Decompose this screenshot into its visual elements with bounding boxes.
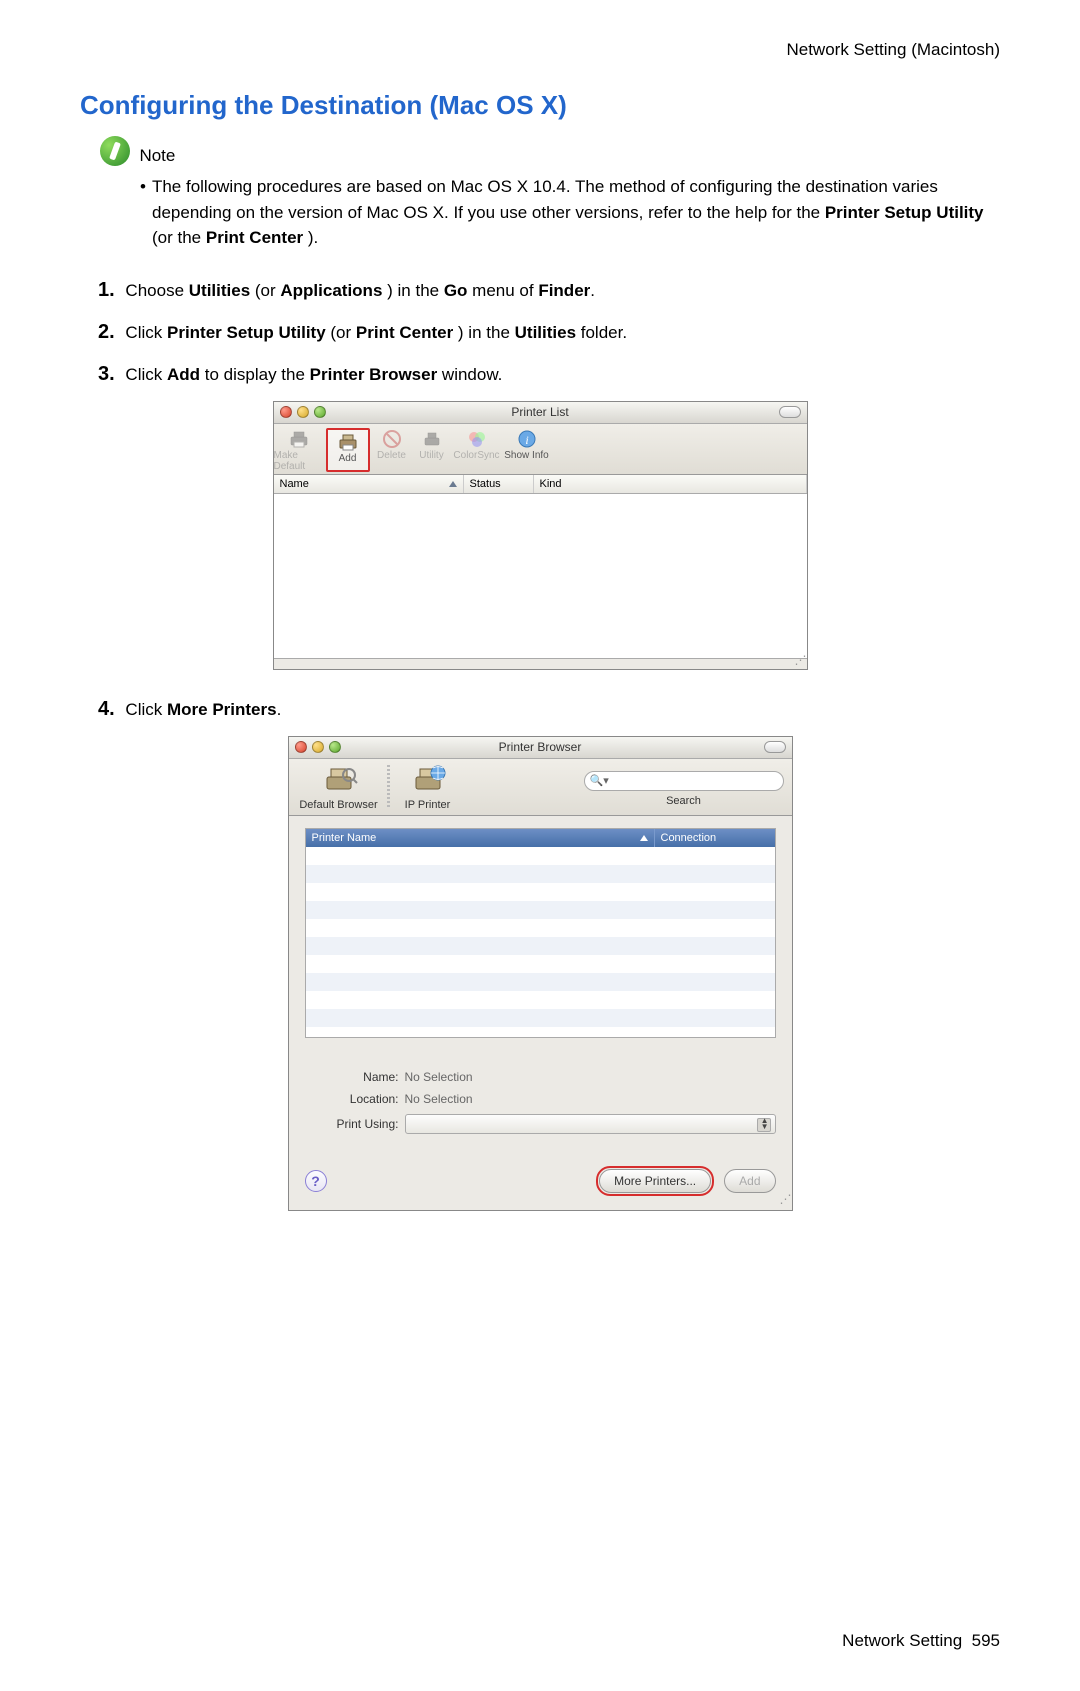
column-status[interactable]: Status bbox=[464, 475, 534, 493]
window-title: Printer List bbox=[274, 405, 807, 419]
printer-icon bbox=[285, 428, 313, 450]
name-label: Name: bbox=[305, 1070, 405, 1084]
toolbar-label: Default Browser bbox=[299, 799, 377, 811]
toolbar-toggle-icon[interactable] bbox=[779, 406, 801, 418]
column-kind[interactable]: Kind bbox=[534, 475, 807, 493]
ip-printer-button[interactable]: IP Printer bbox=[396, 763, 460, 811]
toolbar-label: Utility bbox=[419, 450, 443, 461]
location-row: Location: No Selection bbox=[305, 1092, 776, 1106]
location-label: Location: bbox=[305, 1092, 405, 1106]
select-stepper-icon: ▲▼ bbox=[761, 1118, 769, 1130]
print-using-row: Print Using: ▲▼ bbox=[305, 1114, 776, 1134]
toolbar-make-default-button[interactable]: Make Default bbox=[274, 428, 324, 472]
utility-icon bbox=[418, 428, 446, 450]
name-row: Name: No Selection bbox=[305, 1070, 776, 1084]
delete-icon bbox=[378, 428, 406, 450]
highlight-more-printers: More Printers... bbox=[596, 1166, 714, 1196]
minimize-icon[interactable] bbox=[297, 406, 309, 418]
resize-grip-icon[interactable]: ⋰ bbox=[780, 1192, 790, 1206]
default-browser-button[interactable]: Default Browser bbox=[297, 763, 381, 811]
help-button[interactable]: ? bbox=[305, 1170, 327, 1192]
minimize-icon[interactable] bbox=[312, 741, 324, 753]
step-2: 2. Click Printer Setup Utility (or Print… bbox=[98, 313, 1000, 351]
column-header-row: Name Status Kind bbox=[274, 475, 807, 494]
toolbar-utility-button[interactable]: Utility bbox=[412, 428, 452, 472]
close-icon[interactable] bbox=[295, 741, 307, 753]
search-icon: 🔍▾ bbox=[590, 774, 609, 787]
zoom-icon[interactable] bbox=[314, 406, 326, 418]
note-icon bbox=[100, 136, 130, 166]
sort-ascending-icon bbox=[640, 835, 648, 841]
printer-list-body bbox=[274, 494, 807, 659]
toolbar-colorsync-button[interactable]: ColorSync bbox=[452, 428, 502, 472]
step-4: 4. Click More Printers. bbox=[98, 690, 1000, 728]
toolbar-delete-button[interactable]: Delete bbox=[372, 428, 412, 472]
search-input[interactable]: 🔍▾ bbox=[584, 771, 784, 791]
name-value: No Selection bbox=[405, 1070, 473, 1084]
svg-text:i: i bbox=[525, 433, 528, 447]
toolbar-label: Show Info bbox=[504, 450, 548, 461]
column-connection[interactable]: Connection bbox=[655, 829, 775, 847]
printer-list-window: Printer List Make Default Add Delete bbox=[273, 401, 808, 670]
toolbar-label: Add bbox=[339, 453, 357, 464]
toolbar-label: Delete bbox=[377, 450, 406, 461]
titlebar[interactable]: Printer List bbox=[274, 402, 807, 424]
printer-table: Printer Name Connection bbox=[305, 828, 776, 1038]
toolbar-add-button[interactable]: Add bbox=[326, 428, 370, 472]
add-button[interactable]: Add bbox=[724, 1169, 775, 1193]
column-printer-name[interactable]: Printer Name bbox=[306, 829, 655, 847]
column-name[interactable]: Name bbox=[274, 475, 464, 493]
printer-add-icon bbox=[334, 431, 362, 453]
window-title: Printer Browser bbox=[289, 740, 792, 754]
printer-table-body bbox=[306, 847, 775, 1035]
ip-printer-icon bbox=[408, 763, 448, 799]
print-using-label: Print Using: bbox=[305, 1117, 405, 1131]
resize-grip-icon[interactable]: ⋰ bbox=[795, 653, 805, 667]
toolbar-separator bbox=[387, 765, 390, 809]
sort-ascending-icon bbox=[449, 481, 457, 487]
search-label: Search bbox=[666, 795, 701, 807]
location-value: No Selection bbox=[405, 1092, 473, 1106]
toolbar-show-info-button[interactable]: i Show Info bbox=[502, 428, 552, 472]
step-3: 3. Click Add to display the Printer Brow… bbox=[98, 355, 1000, 393]
default-browser-icon bbox=[319, 763, 359, 799]
toolbar-label: Make Default bbox=[274, 450, 324, 472]
toolbar-toggle-icon[interactable] bbox=[764, 741, 786, 753]
info-icon: i bbox=[513, 428, 541, 450]
colorsync-icon bbox=[463, 428, 491, 450]
page-header-breadcrumb: Network Setting (Macintosh) bbox=[80, 40, 1000, 60]
print-using-select[interactable]: ▲▼ bbox=[405, 1114, 776, 1134]
note-label: Note bbox=[139, 146, 175, 166]
printer-browser-window: Printer Browser Default Browser IP Print… bbox=[288, 736, 793, 1211]
section-title: Configuring the Destination (Mac OS X) bbox=[80, 90, 1000, 121]
toolbar-label: IP Printer bbox=[405, 799, 451, 811]
more-printers-button[interactable]: More Printers... bbox=[599, 1169, 711, 1193]
note-text: •The following procedures are based on M… bbox=[140, 174, 1000, 251]
toolbar-label: ColorSync bbox=[453, 450, 499, 461]
page-footer: Network Setting 595 bbox=[80, 1631, 1000, 1651]
close-icon[interactable] bbox=[280, 406, 292, 418]
titlebar[interactable]: Printer Browser bbox=[289, 737, 792, 759]
zoom-icon[interactable] bbox=[329, 741, 341, 753]
step-1: 1. Choose Utilities (or Applications ) i… bbox=[98, 271, 1000, 309]
